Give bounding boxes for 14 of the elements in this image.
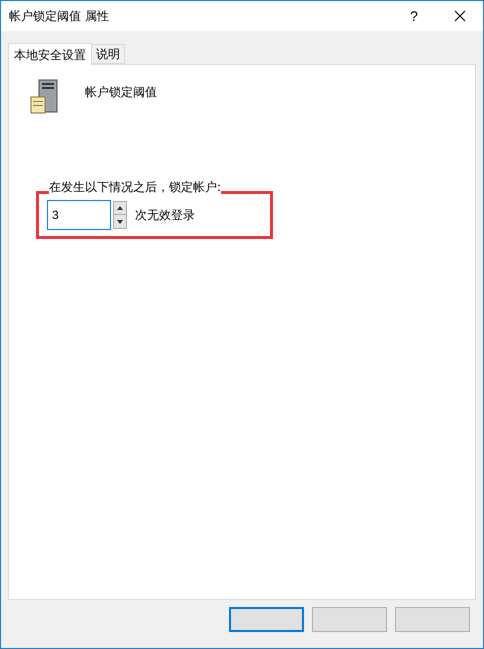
- dialog-button[interactable]: [229, 607, 304, 632]
- policy-name: 帐户锁定阈值: [85, 84, 157, 101]
- tab[interactable]: 本地安全设置: [8, 43, 92, 65]
- help-button[interactable]: ?: [391, 1, 437, 31]
- spin-up-button[interactable]: [113, 201, 127, 215]
- prompt-label: 在发生以下情况之后，锁定帐户:: [49, 178, 222, 196]
- down-arrow-icon: [117, 220, 123, 224]
- window-title: 帐户锁定阈值 属性: [9, 8, 110, 25]
- up-arrow-icon: [117, 206, 123, 210]
- count-field[interactable]: 3: [47, 200, 111, 230]
- unit-label: 次无效登录: [135, 207, 195, 224]
- tab[interactable]: 说明: [92, 44, 125, 64]
- spin-down-button[interactable]: [113, 215, 127, 229]
- close-icon: [454, 10, 466, 22]
